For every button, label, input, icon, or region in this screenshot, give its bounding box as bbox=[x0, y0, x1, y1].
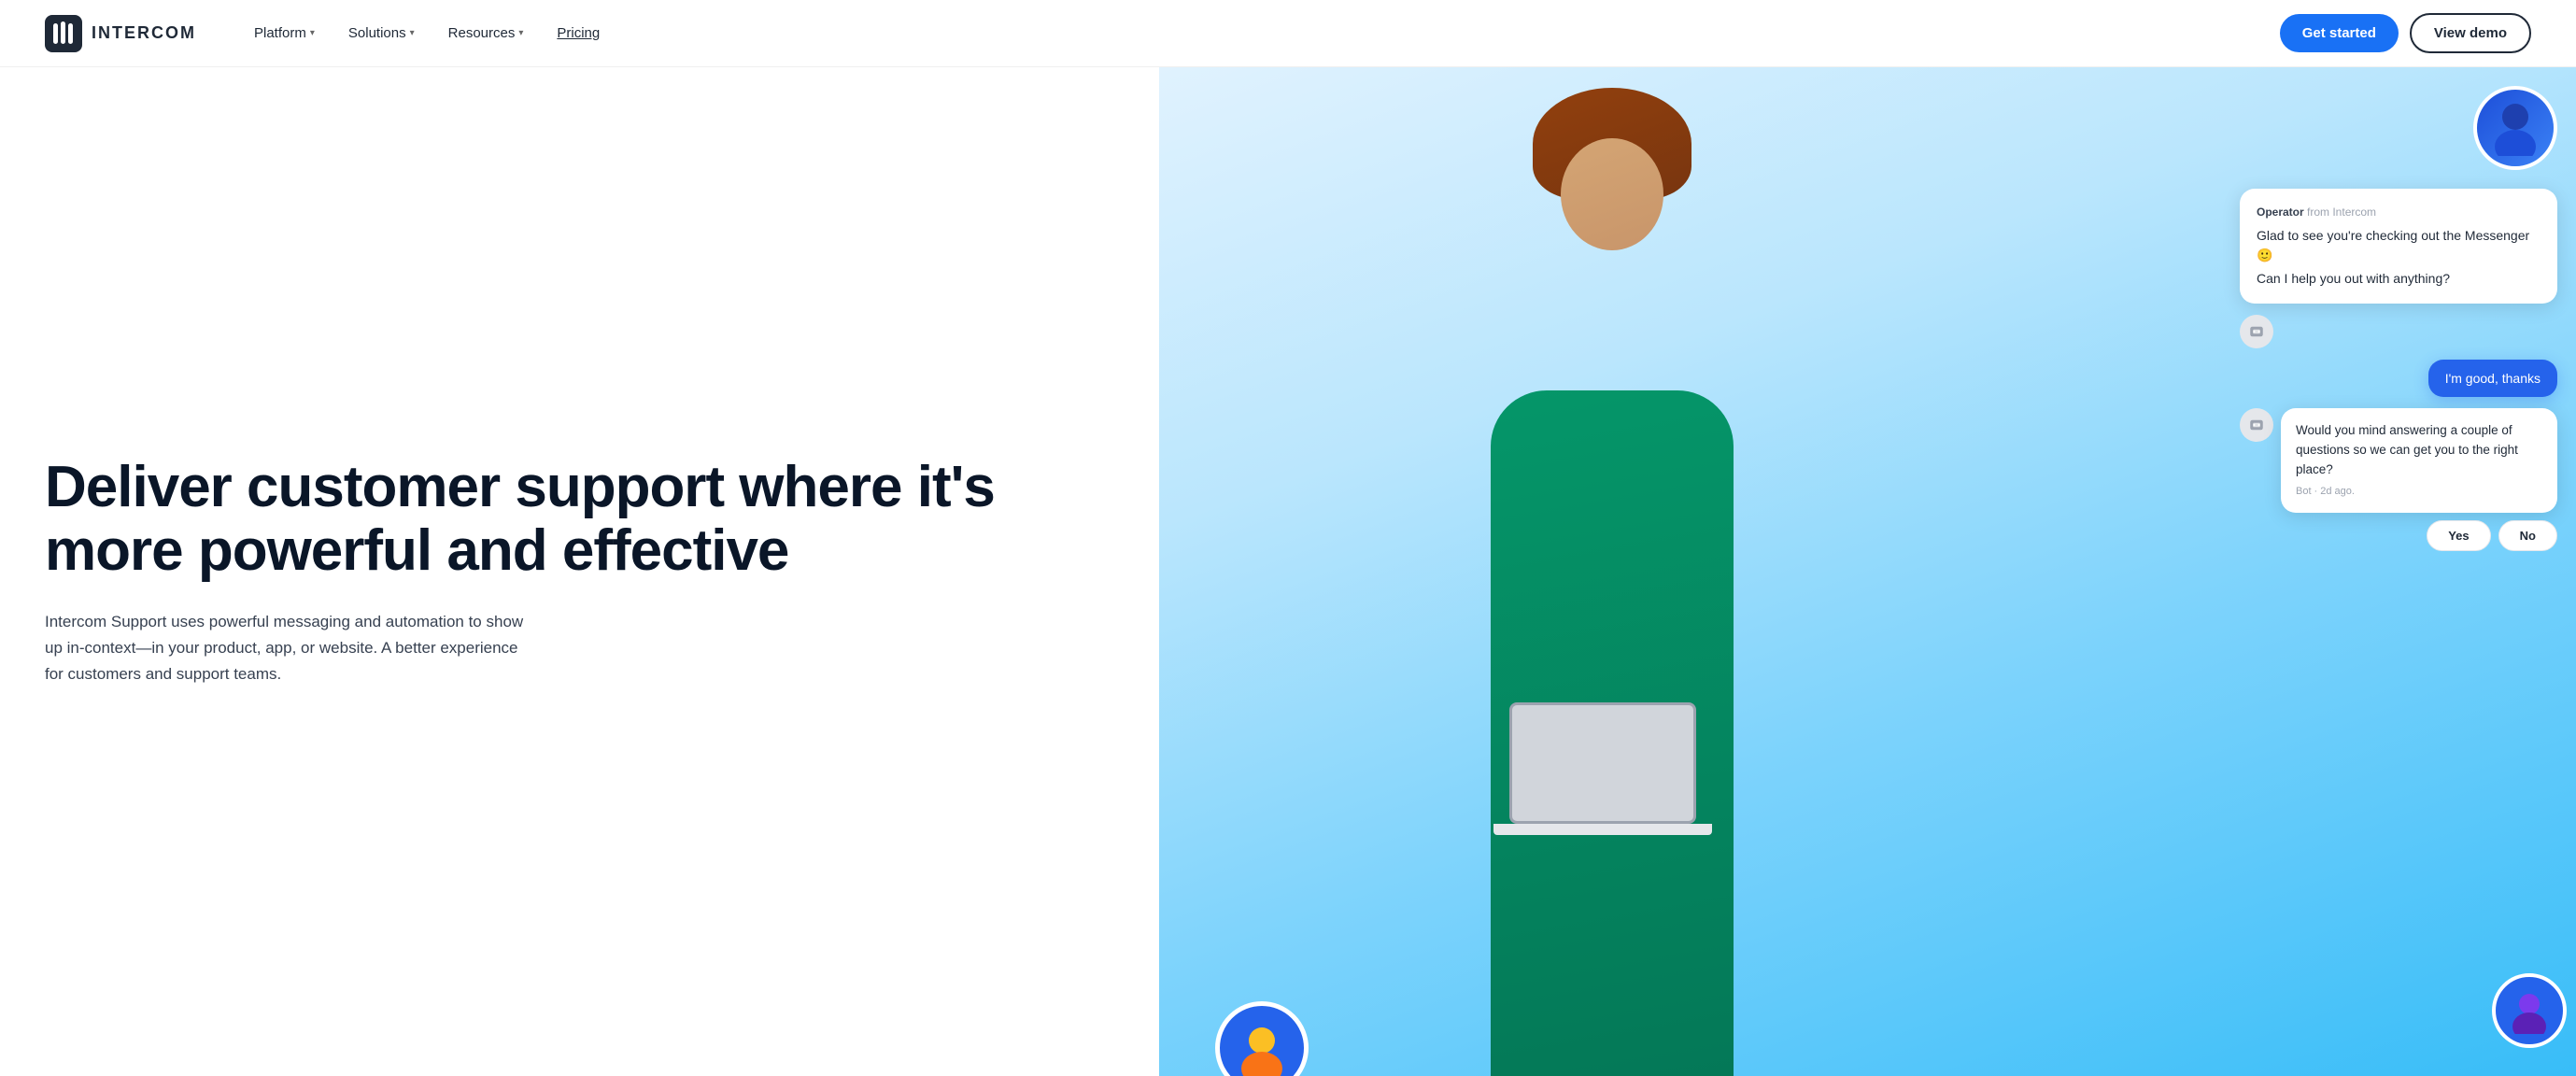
person-face bbox=[1561, 138, 1663, 250]
bot-icon-1 bbox=[2240, 315, 2273, 348]
no-button[interactable]: No bbox=[2498, 520, 2557, 551]
bot-icon-2 bbox=[2240, 408, 2273, 442]
hero-section: Deliver customer support where it's more… bbox=[0, 67, 2576, 1076]
bot-svg-2 bbox=[2248, 417, 2265, 433]
bot-response-row: Would you mind answering a couple of que… bbox=[2240, 408, 2557, 513]
logo-link[interactable]: INTERCOM bbox=[45, 15, 196, 52]
avatar-bottom-right bbox=[2492, 973, 2567, 1048]
user-reply-bubble: I'm good, thanks bbox=[2428, 360, 2557, 397]
hero-right: Operator from Intercom Glad to see you'r… bbox=[1159, 67, 2576, 1076]
bot-question-text: Would you mind answering a couple of que… bbox=[2296, 421, 2542, 480]
chevron-down-icon: ▾ bbox=[518, 28, 523, 38]
get-started-button[interactable]: Get started bbox=[2280, 14, 2399, 52]
bot-svg-1 bbox=[2248, 323, 2265, 340]
person-image bbox=[1187, 67, 2037, 1076]
operator-greeting-bubble: Operator from Intercom Glad to see you'r… bbox=[2240, 189, 2557, 304]
brand-name: INTERCOM bbox=[92, 23, 196, 43]
nav-platform[interactable]: Platform ▾ bbox=[241, 18, 328, 49]
nav-resources[interactable]: Resources ▾ bbox=[435, 18, 537, 49]
logo-icon bbox=[45, 15, 82, 52]
operator-label: Operator from Intercom bbox=[2257, 204, 2541, 220]
hero-headline: Deliver customer support where it's more… bbox=[45, 456, 1114, 583]
operator-message-1: Glad to see you're checking out the Mess… bbox=[2257, 226, 2541, 265]
chevron-down-icon: ▾ bbox=[410, 28, 415, 38]
yes-button[interactable]: Yes bbox=[2427, 520, 2490, 551]
chevron-down-icon: ▾ bbox=[310, 28, 315, 38]
person-laptop bbox=[1509, 702, 1696, 824]
nav-links: Platform ▾ Solutions ▾ Resources ▾ Prici… bbox=[241, 18, 2280, 49]
view-demo-button[interactable]: View demo bbox=[2410, 13, 2531, 53]
bot-response-bubble: Would you mind answering a couple of que… bbox=[2281, 408, 2557, 513]
nav-solutions[interactable]: Solutions ▾ bbox=[335, 18, 428, 49]
hero-left: Deliver customer support where it's more… bbox=[0, 67, 1159, 1076]
top-avatar-row bbox=[2240, 86, 2557, 170]
nav-pricing[interactable]: Pricing bbox=[544, 18, 613, 49]
bot-timestamp: Bot · 2d ago. bbox=[2296, 484, 2542, 500]
bot-icon-row-1 bbox=[2240, 315, 2557, 348]
operator-message-2: Can I help you out with anything? bbox=[2257, 269, 2541, 289]
operator-avatar bbox=[2473, 86, 2557, 170]
navbar: INTERCOM Platform ▾ Solutions ▾ Resource… bbox=[0, 0, 2576, 67]
person-art bbox=[1435, 67, 1790, 1076]
yes-no-row: Yes No bbox=[2240, 520, 2557, 551]
hero-subtext: Intercom Support uses powerful messaging… bbox=[45, 609, 531, 687]
chat-overlay: Operator from Intercom Glad to see you'r… bbox=[2240, 86, 2557, 551]
nav-actions: Get started View demo bbox=[2280, 13, 2531, 53]
